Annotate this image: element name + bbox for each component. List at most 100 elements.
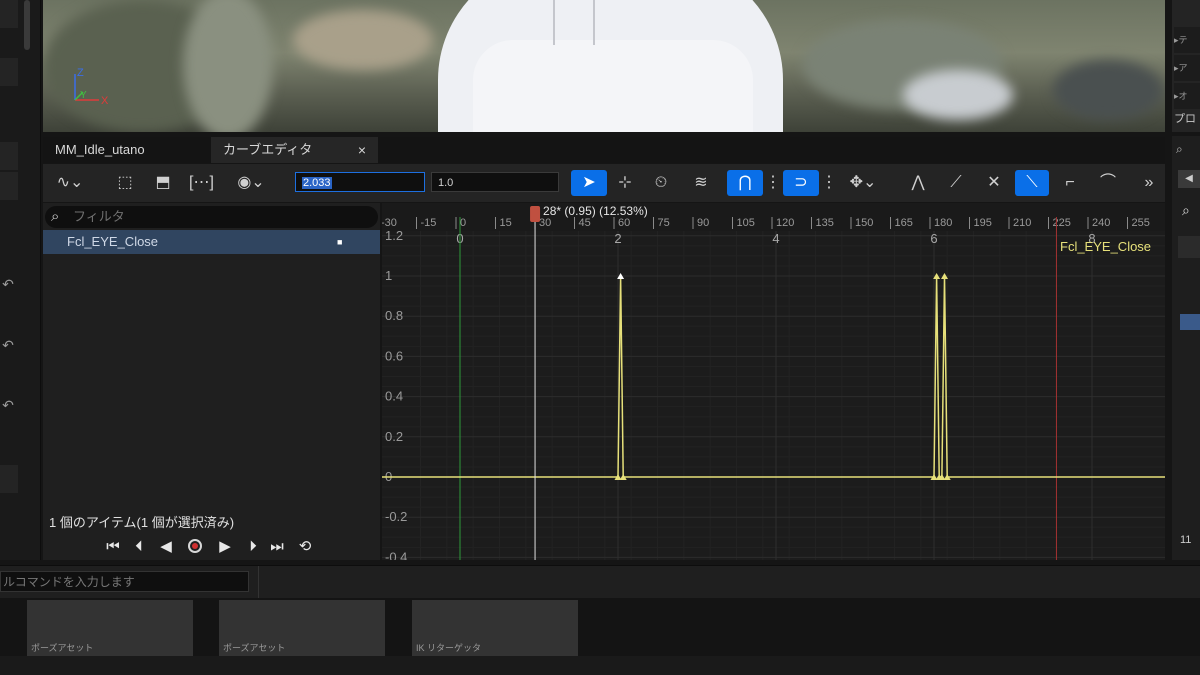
- jump-to-start-icon[interactable]: ⏮: [103, 537, 123, 557]
- asset-label: ポーズアセット: [31, 643, 94, 653]
- key-time-input[interactable]: 2.033: [295, 172, 425, 192]
- curve-graph[interactable]: -30 -15 0 15 30 45 60 75 90 105 120 135 150 165 180 195…: [382, 203, 1165, 560]
- axis-z-label: Z: [77, 67, 84, 79]
- background-car: [1053, 60, 1163, 120]
- snap-value-options-icon[interactable]: ⋮: [821, 170, 837, 196]
- ruler-tick-label: 255: [1132, 217, 1150, 229]
- curve-icon[interactable]: ∿⌄: [51, 170, 89, 196]
- step-forward-icon[interactable]: ⏵: [243, 537, 263, 557]
- axis-x-label: X: [101, 95, 109, 107]
- divider: [258, 566, 259, 598]
- visibility-icon[interactable]: ◉⌄: [231, 170, 271, 196]
- loop-icon[interactable]: ⟲: [295, 537, 315, 557]
- item-count-label: 1 個のアイテム(1 個が選択済み): [49, 515, 235, 530]
- axis-gizmo-icon: Z Y X: [74, 67, 109, 107]
- pan-icon[interactable]: ✥⌄: [841, 170, 885, 196]
- background-building: [293, 10, 433, 70]
- hoodie-string: [593, 0, 595, 45]
- background-car: [903, 70, 1013, 120]
- ruler-tick-label: 30: [539, 217, 551, 229]
- tree-item[interactable]: Fcl_EYE_Close ■: [43, 230, 380, 254]
- asset-tile[interactable]: ポーズアセット: [27, 600, 193, 656]
- tab-curve-editor[interactable]: カーブエディタ ×: [211, 137, 378, 163]
- snap-time-icon[interactable]: ⋂: [727, 170, 763, 196]
- ruler-tick-label: 135: [816, 217, 834, 229]
- folder-search-icon[interactable]: ⌕: [1176, 142, 1196, 158]
- linear-tangent-icon[interactable]: ⟍: [1015, 170, 1049, 196]
- reset-arrow-icon[interactable]: ↶: [0, 397, 16, 414]
- playhead-handle[interactable]: [530, 206, 541, 222]
- curve-editor-toolbar: ∿⌄ ⬚ ⬒ [⋯] ◉⌄ 2.033 1.0 ➤ ⊹ ⏲ ≋ ⋂ ⋮ ⊃ ⋮ …: [43, 164, 1165, 202]
- strip-button[interactable]: [0, 142, 18, 170]
- time-tick-label: 6: [930, 231, 937, 246]
- play-reverse-icon[interactable]: ◀: [156, 537, 176, 557]
- scrollbar[interactable]: [24, 0, 30, 50]
- ruler-tick-label: 0: [460, 217, 466, 229]
- key-value-input[interactable]: 1.0: [431, 172, 559, 192]
- filter-input[interactable]: ⌕ フィルタ: [45, 206, 378, 228]
- user-tangent-icon[interactable]: ⟋: [943, 170, 969, 196]
- character-body: [473, 40, 753, 132]
- reset-arrow-icon[interactable]: ↶: [0, 337, 16, 354]
- time-tick-label: 4: [772, 231, 779, 246]
- step-back-icon[interactable]: ⏴: [129, 537, 149, 557]
- step-tangent-icon[interactable]: ⌐: [1057, 170, 1083, 196]
- frame-icon[interactable]: [⋯]: [189, 170, 214, 196]
- asset-tile[interactable]: IK リターゲッタ: [412, 600, 578, 656]
- ruler-tick-label: 195: [974, 217, 992, 229]
- curve-tree-panel: ⌕ フィルタ Fcl_EYE_Close ■ 1 個のアイテム(1 個が選択済み…: [43, 203, 380, 560]
- outliner-panel: ⌕ ◀ ⌕ 11: [1172, 136, 1200, 560]
- pointer-icon[interactable]: ➤: [571, 170, 607, 196]
- ruler-tick-label: 60: [618, 217, 630, 229]
- filter-placeholder: フィルタ: [73, 209, 125, 224]
- asset-label: ポーズアセット: [223, 643, 286, 653]
- console-input[interactable]: ルコマンドを入力します: [0, 571, 249, 592]
- auto-tangent-icon[interactable]: ⋀: [905, 170, 931, 196]
- play-icon[interactable]: ▶: [215, 537, 235, 557]
- snap-value-icon[interactable]: ⊃: [783, 170, 819, 196]
- key-indicator: ■: [337, 237, 343, 247]
- curve-graph-canvas[interactable]: -30 -15 0 15 30 45 60 75 90 105 120 135 150 165 180 195…: [382, 203, 1165, 560]
- console-placeholder: ルコマンドを入力します: [3, 575, 135, 589]
- outliner-row-selected[interactable]: [1180, 314, 1200, 330]
- tab-anim-sequence[interactable]: MM_Idle_utano: [43, 137, 203, 163]
- strip-button[interactable]: [0, 58, 18, 86]
- ruler-tick-label: 210: [1013, 217, 1031, 229]
- details-category[interactable]: ▸オ: [1174, 83, 1200, 109]
- snap-time-options-icon[interactable]: ⋮: [765, 170, 781, 196]
- y-tick-label: 1.2: [385, 228, 403, 243]
- strip-button[interactable]: [0, 0, 18, 28]
- y-tick-label: 0.6: [385, 348, 403, 363]
- background-tree: [183, 0, 273, 132]
- break-tangent-icon[interactable]: ✕: [981, 170, 1007, 196]
- tab-bar: MM_Idle_utano カーブエディタ ×: [43, 137, 1165, 163]
- flat-tangent-icon[interactable]: ⌒: [1095, 170, 1121, 196]
- asset-tile[interactable]: ポーズアセット: [219, 600, 385, 656]
- ruler-tick-label: 180: [934, 217, 952, 229]
- close-icon[interactable]: ×: [358, 137, 366, 163]
- transform-icon[interactable]: ⬒: [151, 170, 175, 196]
- strip-button[interactable]: [0, 465, 18, 493]
- back-arrow-icon[interactable]: ◀: [1178, 170, 1200, 188]
- select-icon[interactable]: ⬚: [113, 170, 137, 196]
- retime-icon[interactable]: ⏲: [649, 170, 673, 196]
- move-keys-icon[interactable]: ⊹: [613, 170, 637, 196]
- console-bar: ルコマンドを入力します: [0, 565, 1200, 598]
- viewport[interactable]: Z Y X: [43, 0, 1165, 132]
- reset-arrow-icon[interactable]: ↶: [0, 276, 16, 293]
- playhead-label: 28* (0.95) (12.53%): [543, 204, 648, 218]
- outliner-row[interactable]: [1178, 236, 1200, 258]
- wave-icon[interactable]: ≋: [687, 170, 715, 196]
- details-category[interactable]: ▸ア: [1174, 55, 1200, 81]
- details-category[interactable]: ▸テ: [1174, 27, 1200, 53]
- ruler-tick-label: 45: [579, 217, 591, 229]
- y-tick-label: 1: [385, 268, 392, 283]
- search-icon[interactable]: ⌕: [1182, 202, 1190, 219]
- record-icon[interactable]: [185, 537, 205, 557]
- hoodie-string: [553, 0, 555, 45]
- y-tick-label: 0.2: [385, 429, 403, 444]
- axis-y-label: Y: [80, 90, 87, 101]
- overflow-icon[interactable]: »: [1135, 170, 1163, 196]
- jump-to-end-icon[interactable]: ⏭: [267, 537, 287, 557]
- strip-button[interactable]: [0, 172, 18, 200]
